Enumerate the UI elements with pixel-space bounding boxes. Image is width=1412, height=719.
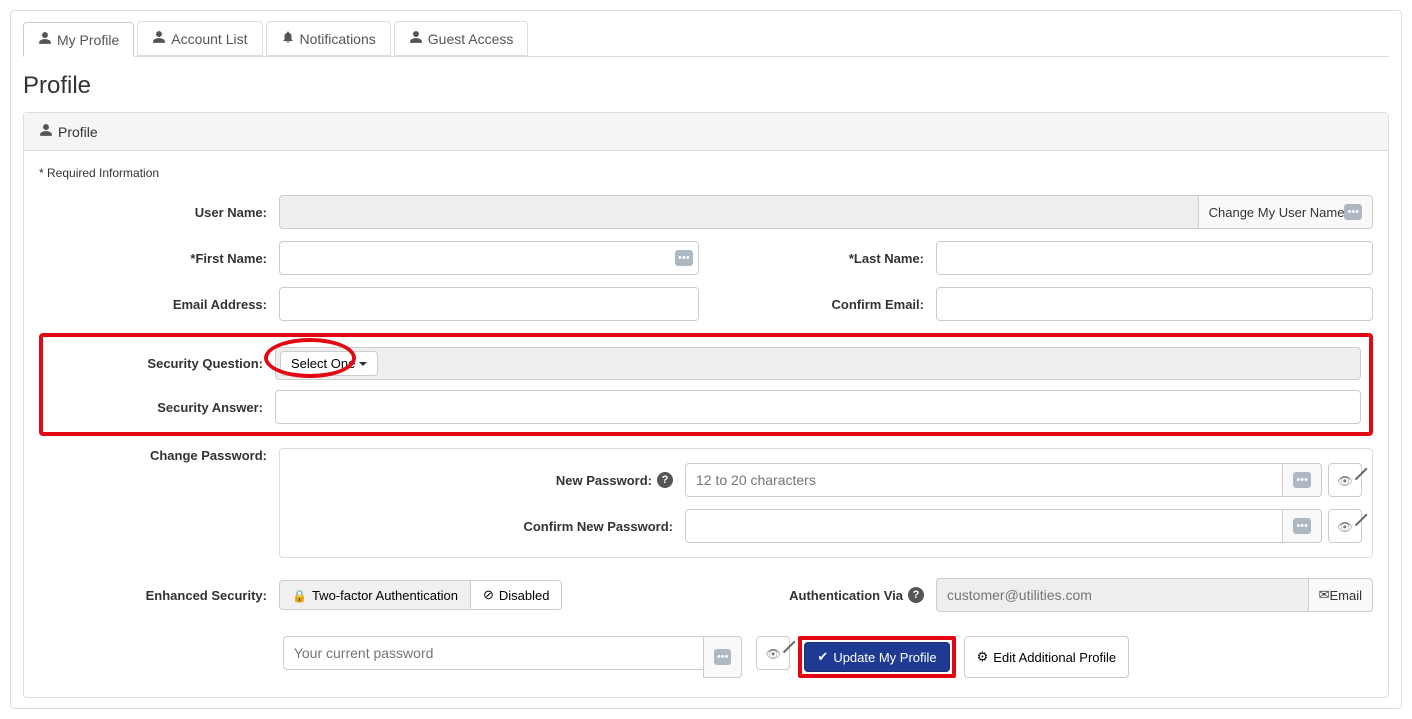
lastname-input[interactable] (936, 241, 1373, 275)
lock-icon (292, 588, 307, 603)
eye-slash-icon (1337, 473, 1352, 488)
confirm-email-input[interactable] (936, 287, 1373, 321)
tab-account-list[interactable]: Account List (137, 21, 262, 56)
security-question-label: Security Question: (43, 356, 275, 371)
ban-icon: ⊘ (483, 587, 494, 603)
password-subpanel: New Password: ? ••• (279, 448, 1373, 558)
caret-down-icon (359, 362, 367, 366)
lastname-label: *Last Name: (706, 251, 936, 266)
confirm-email-label: Confirm Email: (706, 297, 936, 312)
user-icon (409, 30, 423, 47)
two-factor-button-group: Two-factor Authentication ⊘ Disabled (279, 580, 562, 610)
page-title: Profile (23, 72, 1389, 100)
footer-actions: ••• Update My Profile Edit Additional Pr… (39, 632, 1373, 682)
update-button-highlight: Update My Profile (798, 636, 955, 678)
two-factor-button[interactable]: Two-factor Authentication (279, 580, 471, 610)
envelope-icon (1319, 587, 1330, 603)
panel-heading: Profile (24, 113, 1388, 151)
email-label: Email Address: (39, 297, 279, 312)
firstname-label: *First Name: (39, 251, 279, 266)
edit-additional-label: Edit Additional Profile (993, 650, 1116, 665)
dots-addon: ••• (1282, 509, 1322, 543)
confirm-new-password-input[interactable] (685, 509, 1282, 543)
panel-heading-label: Profile (58, 124, 98, 140)
dots-icon: ••• (1293, 518, 1311, 534)
auth-via-input (936, 578, 1308, 612)
tab-notifications[interactable]: Notifications (266, 21, 391, 56)
required-info: * Required Information (39, 166, 1373, 180)
toggle-confirm-password-visibility[interactable] (1328, 509, 1362, 543)
disabled-button[interactable]: ⊘ Disabled (471, 580, 563, 610)
eye-slash-icon (766, 646, 781, 661)
email-input[interactable] (279, 287, 699, 321)
gear-icon (977, 649, 989, 665)
current-password-input[interactable] (283, 636, 703, 670)
email-button[interactable]: Email (1308, 578, 1373, 612)
email-button-label: Email (1329, 588, 1362, 603)
edit-additional-profile-button[interactable]: Edit Additional Profile (964, 636, 1130, 678)
tab-my-profile[interactable]: My Profile (23, 22, 134, 57)
user-icon (152, 30, 166, 47)
dots-addon: ••• (703, 636, 743, 678)
disabled-label: Disabled (499, 588, 550, 603)
toggle-password-visibility[interactable] (1328, 463, 1362, 497)
dots-icon: ••• (714, 649, 732, 665)
toggle-current-password-visibility[interactable] (756, 636, 790, 670)
change-username-label: Change My User Name (1209, 205, 1345, 220)
dots-icon: ••• (1293, 472, 1311, 488)
firstname-input[interactable] (279, 241, 699, 275)
enhanced-security-label: Enhanced Security: (39, 588, 279, 603)
security-highlight: Security Question: Select One Security A… (39, 333, 1373, 436)
change-password-label: Change Password: (39, 448, 279, 463)
tab-bar: My Profile Account List Notifications Gu… (23, 21, 1389, 57)
update-profile-label: Update My Profile (833, 650, 936, 665)
security-answer-label: Security Answer: (43, 400, 275, 415)
tab-guest-access[interactable]: Guest Access (394, 21, 529, 56)
help-icon[interactable]: ? (908, 587, 924, 603)
new-password-input[interactable] (685, 463, 1282, 497)
dots-addon: ••• (1282, 463, 1322, 497)
check-icon (817, 649, 828, 665)
auth-via-label: Authentication Via (789, 588, 903, 603)
tab-label: Account List (171, 31, 247, 47)
help-icon[interactable]: ? (657, 472, 673, 488)
security-answer-input[interactable] (275, 390, 1361, 424)
select-one-label: Select One (291, 356, 355, 371)
confirm-new-password-label: Confirm New Password: (290, 519, 685, 534)
user-icon (38, 31, 52, 48)
update-profile-button[interactable]: Update My Profile (804, 642, 949, 672)
tab-label: My Profile (57, 32, 119, 48)
profile-panel: Profile * Required Information User Name… (23, 112, 1389, 698)
bell-icon (281, 30, 295, 47)
eye-slash-icon (1337, 519, 1352, 534)
tab-label: Guest Access (428, 31, 514, 47)
new-password-label: New Password: (556, 473, 652, 488)
username-input (279, 195, 1198, 229)
user-icon (39, 123, 53, 140)
security-question-select[interactable]: Select One (280, 351, 378, 376)
change-username-button[interactable]: Change My User Name ••• (1198, 195, 1373, 229)
username-label: User Name: (39, 205, 279, 220)
dots-icon: ••• (675, 250, 693, 266)
dots-icon: ••• (1344, 204, 1362, 220)
two-factor-label: Two-factor Authentication (312, 588, 458, 603)
tab-label: Notifications (300, 31, 376, 47)
